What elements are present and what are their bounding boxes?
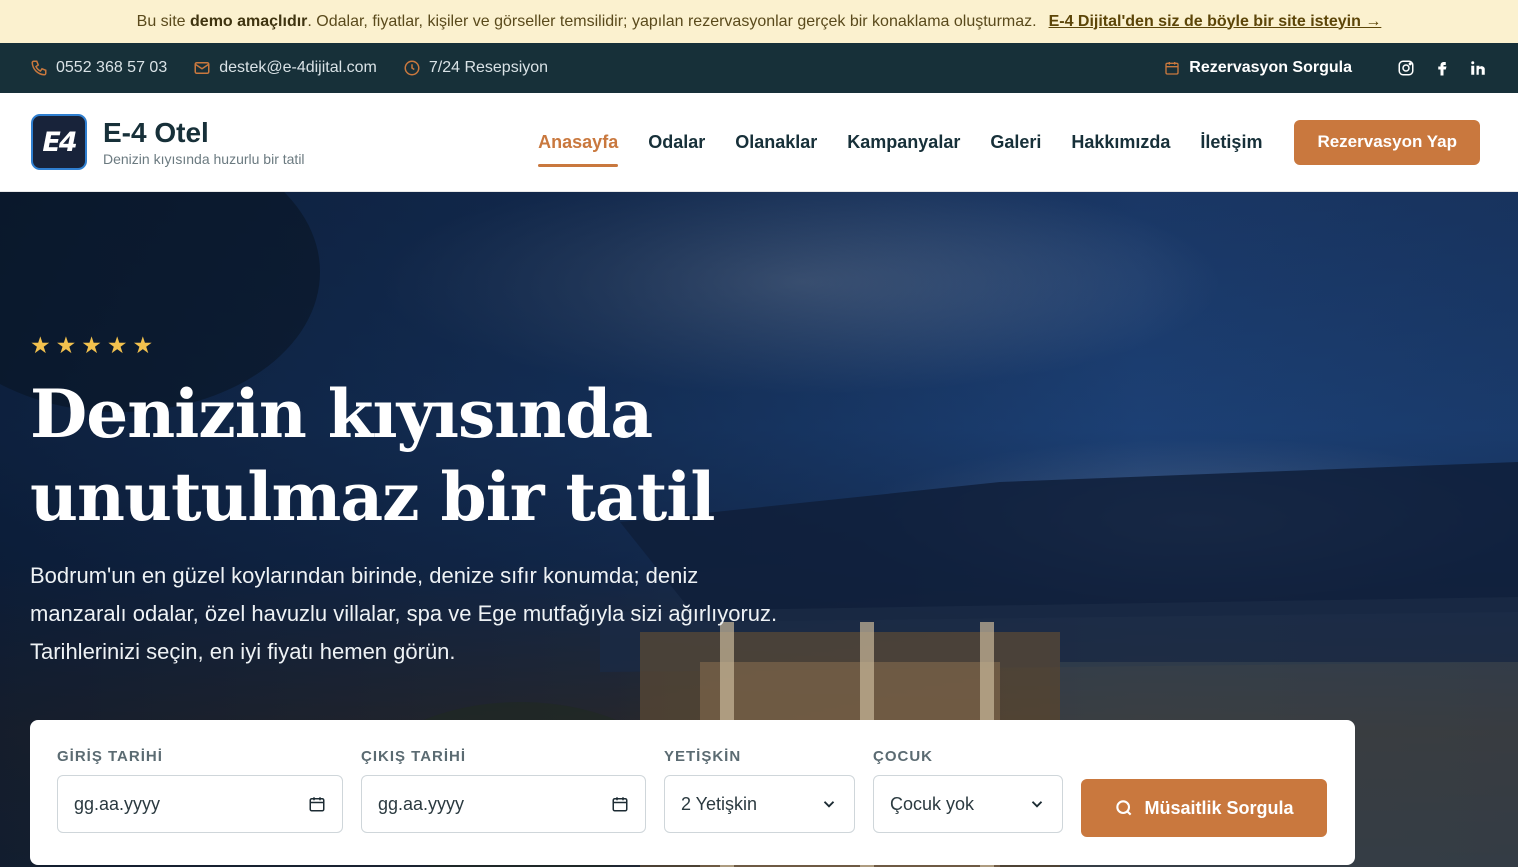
- nav-item-contact[interactable]: İletişim: [1200, 124, 1262, 161]
- reception-hours: 7/24 Resepsiyon: [428, 59, 549, 76]
- star-icon: ★: [132, 332, 154, 358]
- availability-search-label: Müsaitlik Sorgula: [1144, 797, 1294, 818]
- nav-item-gallery[interactable]: Galeri: [990, 124, 1041, 161]
- hero-section: ★ ★ ★ ★ ★ Denizin kıyısında unutulmaz bi…: [0, 192, 1518, 867]
- nav-item-campaigns[interactable]: Kampanyalar: [847, 124, 960, 161]
- facebook-icon[interactable]: [1432, 58, 1452, 78]
- contact-bar: 0552 368 57 03 destek@e-4dijital.com 7/2…: [0, 43, 1518, 93]
- hero-title: Denizin kıyısında unutulmaz bir tatil: [30, 373, 830, 539]
- checkout-date-input[interactable]: gg.aa.yyyy: [361, 775, 646, 833]
- main-nav: Anasayfa Odalar Olanaklar Kampanyalar Ga…: [508, 119, 1480, 167]
- demo-notice-prefix: Bu site: [136, 12, 186, 30]
- hero-title-line2: unutulmaz bir tatil: [30, 458, 715, 536]
- adults-field: YETİŞKİN 2 Yetişkin: [664, 748, 855, 833]
- nav-item-rooms[interactable]: Odalar: [648, 124, 705, 161]
- star-icon: ★: [55, 332, 77, 358]
- email-link[interactable]: destek@e-4dijital.com: [193, 59, 377, 77]
- brand-name: E-4 Otel: [103, 116, 209, 148]
- calendar-icon: [309, 797, 325, 812]
- availability-search-button[interactable]: Müsaitlik Sorgula: [1081, 779, 1327, 837]
- rating-stars: ★ ★ ★ ★ ★: [30, 332, 830, 359]
- phone-link[interactable]: 0552 368 57 03: [30, 59, 167, 77]
- checkout-field: ÇIKIŞ TARİHİ gg.aa.yyyy: [361, 748, 646, 833]
- email-address: destek@e-4dijital.com: [219, 59, 377, 76]
- hero-title-line1: Denizin kıyısında: [30, 375, 653, 453]
- adults-label: YETİŞKİN: [664, 748, 742, 765]
- linkedin-icon[interactable]: [1468, 58, 1488, 78]
- reception-info: 7/24 Resepsiyon: [403, 59, 548, 77]
- calendar-icon: [612, 797, 628, 812]
- children-label: ÇOCUK: [873, 748, 933, 765]
- checkout-label: ÇIKIŞ TARİHİ: [361, 748, 467, 765]
- booking-form: GİRİŞ TARİHİ gg.aa.yyyy ÇIKIŞ TARİHİ gg.…: [30, 720, 1355, 865]
- adults-select[interactable]: 2 Yetişkin: [664, 775, 855, 833]
- brand-tagline: Denizin kıyısında huzurlu bir tatil: [103, 150, 305, 167]
- adults-value: 2 Yetişkin: [681, 793, 758, 814]
- star-icon: ★: [81, 332, 102, 358]
- search-icon: [1116, 800, 1132, 816]
- demo-offer-link[interactable]: E-4 Dijital'den siz de böyle bir site is…: [1049, 13, 1382, 31]
- brand-logo-link[interactable]: E4 E-4 Otel Denizin kıyısında huzurlu bi…: [31, 114, 305, 170]
- checkin-field: GİRİŞ TARİHİ gg.aa.yyyy: [57, 748, 343, 833]
- site-header: E4 E-4 Otel Denizin kıyısında huzurlu bi…: [0, 93, 1518, 192]
- instagram-icon[interactable]: [1396, 58, 1416, 78]
- phone-number: 0552 368 57 03: [56, 59, 168, 76]
- reservation-check-label: Rezervasyon Sorgula: [1189, 59, 1352, 76]
- phone-icon: [31, 60, 47, 76]
- hero-description: Bodrum'un en güzel koylarından birinde, …: [30, 563, 778, 664]
- make-reservation-button[interactable]: Rezervasyon Yap: [1294, 119, 1480, 165]
- calendar-icon: [1165, 62, 1179, 75]
- star-icon: ★: [106, 332, 128, 358]
- star-icon: ★: [30, 332, 51, 358]
- nav-item-about[interactable]: Hakkımızda: [1071, 124, 1170, 161]
- checkout-value: gg.aa.yyyy: [378, 793, 465, 814]
- mail-icon: [194, 62, 210, 74]
- checkin-value: gg.aa.yyyy: [74, 793, 161, 814]
- logo-text: E4: [42, 126, 77, 158]
- logo-icon: E4: [31, 114, 87, 170]
- children-select[interactable]: Çocuk yok: [873, 775, 1063, 833]
- children-field: ÇOCUK Çocuk yok: [873, 748, 1063, 833]
- reservation-check-link[interactable]: Rezervasyon Sorgula: [1164, 59, 1352, 77]
- chevron-down-icon: [1031, 801, 1043, 808]
- demo-notice-text: . Odalar, fiyatlar, kişiler ve görseller…: [307, 12, 1037, 30]
- demo-notice-bold: demo amaçlıdır: [190, 12, 308, 30]
- nav-item-home[interactable]: Anasayfa: [538, 124, 619, 167]
- checkin-date-input[interactable]: gg.aa.yyyy: [57, 775, 343, 833]
- nav-item-facilities[interactable]: Olanaklar: [735, 124, 817, 161]
- chevron-down-icon: [823, 801, 835, 808]
- checkin-label: GİRİŞ TARİHİ: [57, 748, 163, 765]
- children-value: Çocuk yok: [890, 793, 975, 814]
- clock-icon: [404, 60, 420, 76]
- demo-notice-bar: Bu site demo amaçlıdır. Odalar, fiyatlar…: [0, 0, 1518, 43]
